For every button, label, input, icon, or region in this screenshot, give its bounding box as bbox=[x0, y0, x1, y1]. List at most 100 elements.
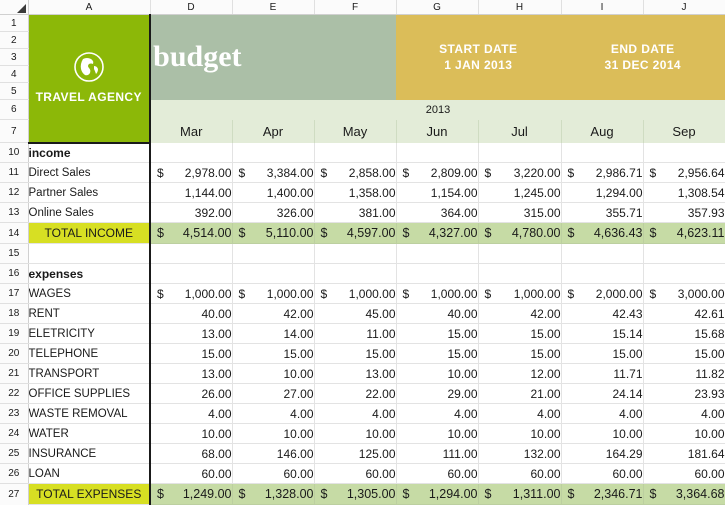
cell-empty[interactable] bbox=[561, 264, 643, 284]
cell-empty[interactable] bbox=[314, 143, 396, 163]
row-header-18[interactable]: 18 bbox=[0, 304, 28, 324]
column-header-row[interactable]: A D E F G H I J bbox=[0, 0, 725, 15]
total-expenses-value[interactable]: $1,311.00 bbox=[478, 484, 561, 505]
expense-row-value[interactable]: 10.00 bbox=[232, 364, 314, 384]
cell-empty[interactable] bbox=[478, 264, 561, 284]
income-row-label[interactable]: Partner Sales bbox=[28, 183, 150, 203]
expense-row-value[interactable]: 42.00 bbox=[232, 304, 314, 324]
row-header-20[interactable]: 20 bbox=[0, 344, 28, 364]
cell-empty[interactable] bbox=[150, 264, 232, 284]
expense-row-value[interactable]: 4.00 bbox=[643, 404, 725, 424]
expense-row-value[interactable]: 40.00 bbox=[150, 304, 232, 324]
column-header-d[interactable]: D bbox=[150, 0, 232, 15]
expense-row-value[interactable]: 15.00 bbox=[478, 344, 561, 364]
row-header-1[interactable]: 1 bbox=[0, 15, 28, 32]
expense-row-value[interactable]: 13.00 bbox=[314, 364, 396, 384]
cell-empty[interactable] bbox=[396, 143, 478, 163]
expense-row-value[interactable]: 111.00 bbox=[396, 444, 478, 464]
column-header-j[interactable]: J bbox=[643, 0, 725, 15]
income-row-label[interactable]: Direct Sales bbox=[28, 163, 150, 183]
expense-row-label[interactable]: TRANSPORT bbox=[28, 364, 150, 384]
expense-row-value[interactable]: 11.82 bbox=[643, 364, 725, 384]
row-header-3[interactable]: 3 bbox=[0, 49, 28, 66]
expense-row-value[interactable]: 10.00 bbox=[232, 424, 314, 444]
cell-empty[interactable] bbox=[478, 143, 561, 163]
expense-row-value[interactable]: 68.00 bbox=[150, 444, 232, 464]
income-row-value[interactable]: 1,144.00 bbox=[150, 183, 232, 203]
income-row-value[interactable]: 1,245.00 bbox=[478, 183, 561, 203]
cell-empty[interactable] bbox=[643, 244, 725, 264]
total-expenses-value[interactable]: $1,249.00 bbox=[150, 484, 232, 505]
expense-row-value[interactable]: 10.00 bbox=[150, 424, 232, 444]
income-row-value[interactable]: 364.00 bbox=[396, 203, 478, 223]
cell-empty[interactable] bbox=[314, 244, 396, 264]
expense-row-label[interactable]: INSURANCE bbox=[28, 444, 150, 464]
cell-empty[interactable] bbox=[478, 244, 561, 264]
income-row-value[interactable]: $2,978.00 bbox=[150, 163, 232, 183]
column-header-a[interactable]: A bbox=[28, 0, 150, 15]
income-row-label[interactable]: Online Sales bbox=[28, 203, 150, 223]
cell-empty[interactable] bbox=[643, 143, 725, 163]
total-income-value[interactable]: $4,623.11 bbox=[643, 223, 725, 244]
column-header-i[interactable]: I bbox=[561, 0, 643, 15]
select-all-corner[interactable] bbox=[0, 0, 28, 15]
expense-row-value[interactable]: 4.00 bbox=[314, 404, 396, 424]
cell-empty[interactable] bbox=[232, 143, 314, 163]
row-header-19[interactable]: 19 bbox=[0, 324, 28, 344]
expense-row-value[interactable]: 15.00 bbox=[314, 344, 396, 364]
row-header-13[interactable]: 13 bbox=[0, 203, 28, 223]
income-row-value[interactable]: 355.71 bbox=[561, 203, 643, 223]
expense-row-value[interactable]: 10.00 bbox=[396, 424, 478, 444]
expense-row-value[interactable]: 4.00 bbox=[478, 404, 561, 424]
row-header-5[interactable]: 5 bbox=[0, 83, 28, 100]
income-row-value[interactable]: 326.00 bbox=[232, 203, 314, 223]
column-header-f[interactable]: F bbox=[314, 0, 396, 15]
expense-row-value[interactable]: $3,000.00 bbox=[643, 284, 725, 304]
expense-row-value[interactable]: 13.00 bbox=[150, 324, 232, 344]
expense-row-value[interactable]: 15.00 bbox=[396, 324, 478, 344]
cell-empty[interactable] bbox=[232, 264, 314, 284]
expense-row-value[interactable]: 15.00 bbox=[232, 344, 314, 364]
total-expenses-value[interactable]: $2,346.71 bbox=[561, 484, 643, 505]
expense-row-value[interactable]: 15.68 bbox=[643, 324, 725, 344]
expense-row-label[interactable]: WATER bbox=[28, 424, 150, 444]
income-row-value[interactable]: 392.00 bbox=[150, 203, 232, 223]
expense-row-label[interactable]: OFFICE SUPPLIES bbox=[28, 384, 150, 404]
spreadsheet-grid[interactable]: A D E F G H I J 1 TRAVEL AGENCY any budg… bbox=[0, 0, 725, 523]
expense-row-value[interactable]: 60.00 bbox=[478, 464, 561, 484]
expense-row-value[interactable]: 10.00 bbox=[396, 364, 478, 384]
expense-row-value[interactable]: 4.00 bbox=[396, 404, 478, 424]
total-income-value[interactable]: $4,514.00 bbox=[150, 223, 232, 244]
cell-empty[interactable] bbox=[396, 264, 478, 284]
column-header-e[interactable]: E bbox=[232, 0, 314, 15]
expense-row-value[interactable]: 164.29 bbox=[561, 444, 643, 464]
cell-empty[interactable] bbox=[314, 264, 396, 284]
income-row-value[interactable]: 1,294.00 bbox=[561, 183, 643, 203]
income-row-value[interactable]: $3,220.00 bbox=[478, 163, 561, 183]
column-header-g[interactable]: G bbox=[396, 0, 478, 15]
row-header-4[interactable]: 4 bbox=[0, 66, 28, 83]
row-header-6[interactable]: 6 bbox=[0, 100, 28, 120]
expense-row-value[interactable]: 10.00 bbox=[561, 424, 643, 444]
income-row-value[interactable]: $2,858.00 bbox=[314, 163, 396, 183]
expense-row-value[interactable]: 13.00 bbox=[150, 364, 232, 384]
total-expenses-value[interactable]: $1,305.00 bbox=[314, 484, 396, 505]
cell-empty[interactable] bbox=[643, 264, 725, 284]
income-row-value[interactable]: 1,154.00 bbox=[396, 183, 478, 203]
expense-row-value[interactable]: 42.61 bbox=[643, 304, 725, 324]
cell-empty[interactable] bbox=[150, 244, 232, 264]
total-income-value[interactable]: $4,780.00 bbox=[478, 223, 561, 244]
expense-row-value[interactable]: 15.00 bbox=[561, 344, 643, 364]
expense-row-value[interactable]: 10.00 bbox=[643, 424, 725, 444]
expense-row-value[interactable]: $1,000.00 bbox=[150, 284, 232, 304]
income-row-value[interactable]: 381.00 bbox=[314, 203, 396, 223]
expense-row-value[interactable]: 4.00 bbox=[150, 404, 232, 424]
expense-row-value[interactable]: $2,000.00 bbox=[561, 284, 643, 304]
expense-row-value[interactable]: 60.00 bbox=[396, 464, 478, 484]
total-income-value[interactable]: $4,597.00 bbox=[314, 223, 396, 244]
row-header-14[interactable]: 14 bbox=[0, 223, 28, 244]
expense-row-value[interactable]: 146.00 bbox=[232, 444, 314, 464]
expense-row-value[interactable]: 40.00 bbox=[396, 304, 478, 324]
income-row-value[interactable]: 1,400.00 bbox=[232, 183, 314, 203]
expense-row-value[interactable]: 11.00 bbox=[314, 324, 396, 344]
